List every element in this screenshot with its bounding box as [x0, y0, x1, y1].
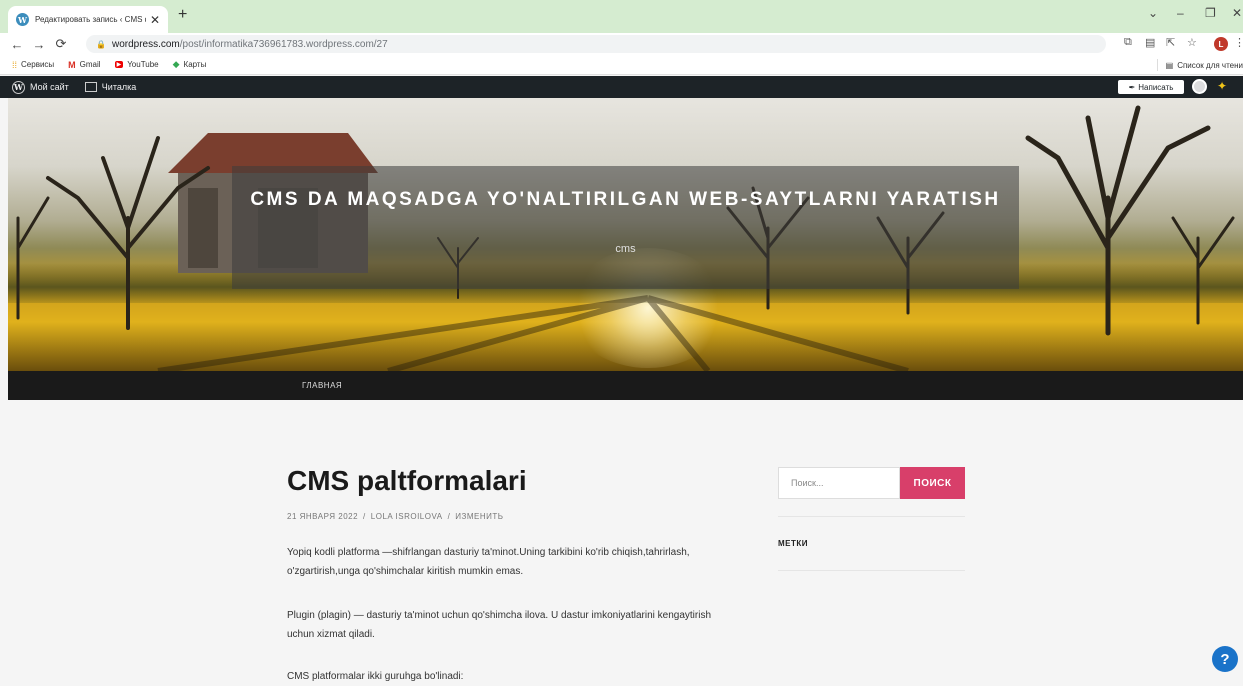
bookmarks-bar: ⁞⁞ Сервисы M Gmail ▶ YouTube ◆ Карты ▤ С… — [0, 55, 1243, 75]
bookmark-label: YouTube — [127, 60, 159, 69]
profile-avatar[interactable]: L — [1214, 37, 1228, 51]
back-arrow-icon[interactable]: ← — [6, 37, 28, 52]
wordpress-logo-icon: W — [12, 80, 25, 94]
share-icon[interactable]: ⇱ — [1166, 36, 1175, 49]
url-path: /post/informatika736961783.wordpress.com… — [179, 38, 388, 50]
apps-icon: ⁞⁞ — [12, 59, 18, 70]
post-meta: 21 ЯНВАРЯ 2022/LOLA ISROILOVA / ИЗМЕНИТЬ — [287, 512, 504, 521]
browser-toolbar: ← → ⟳ 🔒 wordpress.com/post/informatika73… — [0, 33, 1243, 55]
post-date[interactable]: 21 ЯНВАРЯ 2022 — [287, 512, 358, 521]
reading-list-icon: ▤ — [1165, 60, 1174, 70]
new-tab-button[interactable]: + — [178, 6, 187, 24]
reader-label: Читалка — [101, 82, 137, 92]
site-title-box: CMS DA MAQSADGA YO'NALTIRILGAN WEB-SAYTL… — [232, 166, 1019, 289]
tab-title: Редактировать запись ‹ CMS da — [35, 15, 146, 24]
write-button[interactable]: ✒ Написать — [1118, 80, 1184, 94]
bookmark-maps[interactable]: ◆ Карты — [173, 59, 207, 70]
reader-link[interactable]: Читалка — [81, 82, 136, 92]
wordpress-favicon-icon: W — [16, 13, 29, 26]
reading-list-label: Список для чтени — [1177, 60, 1243, 70]
site-description: cms — [615, 243, 636, 255]
tags-widget-title: МЕТКИ — [778, 539, 809, 548]
post-author[interactable]: LOLA ISROILOVA — [371, 512, 443, 521]
reading-list[interactable]: ▤ Список для чтени — [1156, 59, 1243, 71]
menu-item-home[interactable]: ГЛАВНАЯ — [302, 381, 342, 390]
post-edit-link[interactable]: ИЗМЕНИТЬ — [455, 512, 503, 521]
forward-arrow-icon[interactable]: → — [28, 37, 50, 52]
menu-icon[interactable]: ⋮ — [1234, 36, 1243, 49]
write-label: Написать — [1138, 82, 1174, 92]
search-input[interactable]: Поиск... — [778, 467, 900, 499]
search-button[interactable]: ПОИСК — [900, 467, 965, 499]
reader-icon — [84, 82, 97, 92]
url-host: wordpress.com — [111, 38, 180, 50]
bookmark-youtube[interactable]: ▶ YouTube — [114, 60, 159, 69]
post-paragraph: CMS platformalar ikki guruhga bo'linadi: — [287, 671, 464, 682]
bookmark-star-icon[interactable]: ☆ — [1187, 36, 1197, 49]
wp-admin-bar: W Мой сайт Читалка ✒ Написать ✦ — [0, 76, 1243, 98]
bookmark-label: Gmail — [79, 60, 101, 69]
browser-tab[interactable]: W Редактировать запись ‹ CMS da ✕ — [8, 6, 168, 33]
translate-icon[interactable]: ▤ — [1145, 36, 1155, 49]
minimize-button[interactable]: – — [1177, 6, 1184, 20]
notifications-icon[interactable]: ✦ — [1217, 79, 1227, 93]
post-paragraph: Plugin (plagin) — dasturiy ta'minot uchu… — [287, 610, 712, 640]
reload-icon[interactable]: ⟳ — [50, 36, 72, 52]
maximize-button[interactable]: ❐ — [1205, 6, 1216, 20]
address-bar[interactable]: 🔒 wordpress.com/post/informatika73696178… — [86, 35, 1106, 53]
bookmark-label: Карты — [183, 60, 207, 69]
widget-divider — [778, 570, 965, 571]
youtube-icon: ▶ — [114, 61, 124, 68]
bookmark-label: Сервисы — [21, 60, 55, 69]
post-paragraph: Yopiq kodli platforma —shifrlangan dastu… — [287, 547, 690, 577]
install-app-icon[interactable]: ⧉ — [1124, 36, 1132, 49]
site-title[interactable]: CMS DA MAQSADGA YO'NALTIRILGAN WEB-SAYTL… — [232, 189, 1019, 211]
widget-divider — [778, 516, 965, 517]
help-button[interactable]: ? — [1212, 646, 1238, 672]
tab-search-icon[interactable]: ⌄ — [1148, 6, 1158, 20]
my-site-label: Мой сайт — [30, 82, 69, 92]
user-avatar[interactable] — [1192, 79, 1207, 94]
lock-icon: 🔒 — [96, 39, 106, 49]
tab-close-icon[interactable]: ✕ — [150, 13, 160, 27]
browser-tabstrip: W Редактировать запись ‹ CMS da ✕ + ⌄ – … — [0, 0, 1243, 33]
gmail-icon: M — [68, 59, 76, 70]
bookmark-services[interactable]: ⁞⁞ Сервисы — [12, 60, 54, 70]
header-image: CMS DA MAQSADGA YO'NALTIRILGAN WEB-SAYTL… — [8, 98, 1243, 371]
bookmark-gmail[interactable]: M Gmail — [68, 60, 100, 70]
maps-icon: ◆ — [172, 59, 180, 69]
my-site-link[interactable]: W Мой сайт — [12, 80, 69, 94]
post-title[interactable]: CMS paltformalari — [287, 465, 527, 497]
site-menu-bar: ГЛАВНАЯ — [8, 371, 1243, 400]
pen-icon: ✒ — [1128, 82, 1136, 92]
close-window-button[interactable]: ✕ — [1232, 6, 1242, 20]
